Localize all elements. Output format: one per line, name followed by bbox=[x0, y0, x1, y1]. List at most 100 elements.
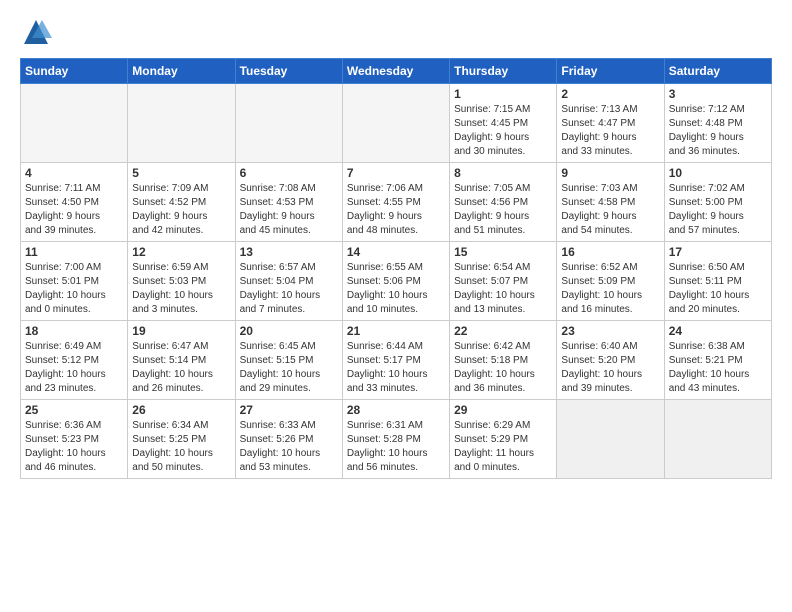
day-number: 25 bbox=[25, 403, 123, 417]
logo-icon bbox=[20, 16, 52, 48]
day-cell: 22 Sunrise: 6:42 AM Sunset: 5:18 PM Dayli… bbox=[450, 321, 557, 400]
day-number: 21 bbox=[347, 324, 445, 338]
day-info: Sunrise: 7:02 AM Sunset: 5:00 PM Dayligh… bbox=[669, 182, 767, 238]
day-number: 24 bbox=[669, 324, 767, 338]
day-info: Sunrise: 6:42 AM Sunset: 5:18 PM Dayligh… bbox=[454, 340, 552, 396]
day-cell: 23Sunrise: 6:40 AM Sunset: 5:20 PM Dayli… bbox=[557, 321, 664, 400]
day-header-thursday: Thursday bbox=[450, 59, 557, 84]
day-number: 29 bbox=[454, 403, 552, 417]
day-cell: 3 Sunrise: 7:12 AM Sunset: 4:48 PM Daylig… bbox=[664, 84, 771, 163]
day-cell: 29 Sunrise: 6:29 AM Sunset: 5:29 PM Dayli… bbox=[450, 400, 557, 479]
day-cell: 1 Sunrise: 7:15 AM Sunset: 4:45 PM Daylig… bbox=[450, 84, 557, 163]
week-row-3: 18 Sunrise: 6:49 AM Sunset: 5:12 PM Dayli… bbox=[21, 321, 772, 400]
day-cell: 27 Sunrise: 6:33 AM Sunset: 5:26 PM Dayli… bbox=[235, 400, 342, 479]
day-info: Sunrise: 7:06 AM Sunset: 4:55 PM Dayligh… bbox=[347, 182, 445, 238]
day-header-tuesday: Tuesday bbox=[235, 59, 342, 84]
day-cell: 13 Sunrise: 6:57 AM Sunset: 5:04 PM Dayli… bbox=[235, 242, 342, 321]
day-info: Sunrise: 6:57 AM Sunset: 5:04 PM Dayligh… bbox=[240, 261, 338, 317]
day-cell: 5 Sunrise: 7:09 AM Sunset: 4:52 PM Daylig… bbox=[128, 163, 235, 242]
day-cell bbox=[128, 84, 235, 163]
day-info: Sunrise: 6:38 AM Sunset: 5:21 PM Dayligh… bbox=[669, 340, 767, 396]
day-number: 15 bbox=[454, 245, 552, 259]
day-number: 26 bbox=[132, 403, 230, 417]
logo bbox=[20, 16, 56, 48]
day-number: 10 bbox=[669, 166, 767, 180]
day-cell: 15 Sunrise: 6:54 AM Sunset: 5:07 PM Dayli… bbox=[450, 242, 557, 321]
day-info: Sunrise: 7:13 AM Sunset: 4:47 PM Dayligh… bbox=[561, 103, 659, 159]
day-cell: 7 Sunrise: 7:06 AM Sunset: 4:55 PM Daylig… bbox=[342, 163, 449, 242]
day-info: Sunrise: 7:15 AM Sunset: 4:45 PM Dayligh… bbox=[454, 103, 552, 159]
week-row-4: 25 Sunrise: 6:36 AM Sunset: 5:23 PM Dayli… bbox=[21, 400, 772, 479]
day-cell: 21 Sunrise: 6:44 AM Sunset: 5:17 PM Dayli… bbox=[342, 321, 449, 400]
week-row-1: 4 Sunrise: 7:11 AM Sunset: 4:50 PM Daylig… bbox=[21, 163, 772, 242]
day-number: 6 bbox=[240, 166, 338, 180]
day-cell: 16Sunrise: 6:52 AM Sunset: 5:09 PM Dayli… bbox=[557, 242, 664, 321]
day-number: 23 bbox=[561, 324, 659, 338]
day-number: 22 bbox=[454, 324, 552, 338]
day-cell: 28Sunrise: 6:31 AM Sunset: 5:28 PM Dayli… bbox=[342, 400, 449, 479]
day-info: Sunrise: 6:45 AM Sunset: 5:15 PM Dayligh… bbox=[240, 340, 338, 396]
header bbox=[20, 16, 772, 48]
day-cell bbox=[235, 84, 342, 163]
day-info: Sunrise: 6:44 AM Sunset: 5:17 PM Dayligh… bbox=[347, 340, 445, 396]
day-cell bbox=[21, 84, 128, 163]
day-cell: 10 Sunrise: 7:02 AM Sunset: 5:00 PM Dayli… bbox=[664, 163, 771, 242]
week-row-2: 11Sunrise: 7:00 AM Sunset: 5:01 PM Dayli… bbox=[21, 242, 772, 321]
day-number: 8 bbox=[454, 166, 552, 180]
day-number: 4 bbox=[25, 166, 123, 180]
day-cell: 26 Sunrise: 6:34 AM Sunset: 5:25 PM Dayli… bbox=[128, 400, 235, 479]
day-info: Sunrise: 7:11 AM Sunset: 4:50 PM Dayligh… bbox=[25, 182, 123, 238]
day-number: 2 bbox=[561, 87, 659, 101]
day-cell: 19Sunrise: 6:47 AM Sunset: 5:14 PM Dayli… bbox=[128, 321, 235, 400]
day-info: Sunrise: 6:59 AM Sunset: 5:03 PM Dayligh… bbox=[132, 261, 230, 317]
day-info: Sunrise: 6:29 AM Sunset: 5:29 PM Dayligh… bbox=[454, 419, 552, 475]
day-info: Sunrise: 7:12 AM Sunset: 4:48 PM Dayligh… bbox=[669, 103, 767, 159]
day-number: 9 bbox=[561, 166, 659, 180]
day-cell: 14 Sunrise: 6:55 AM Sunset: 5:06 PM Dayli… bbox=[342, 242, 449, 321]
day-info: Sunrise: 6:54 AM Sunset: 5:07 PM Dayligh… bbox=[454, 261, 552, 317]
day-cell bbox=[664, 400, 771, 479]
day-info: Sunrise: 7:05 AM Sunset: 4:56 PM Dayligh… bbox=[454, 182, 552, 238]
header-row: SundayMondayTuesdayWednesdayThursdayFrid… bbox=[21, 59, 772, 84]
page: SundayMondayTuesdayWednesdayThursdayFrid… bbox=[0, 0, 792, 612]
day-cell: 18 Sunrise: 6:49 AM Sunset: 5:12 PM Dayli… bbox=[21, 321, 128, 400]
day-header-friday: Friday bbox=[557, 59, 664, 84]
day-number: 3 bbox=[669, 87, 767, 101]
day-info: Sunrise: 6:52 AM Sunset: 5:09 PM Dayligh… bbox=[561, 261, 659, 317]
day-header-sunday: Sunday bbox=[21, 59, 128, 84]
day-cell: 20Sunrise: 6:45 AM Sunset: 5:15 PM Dayli… bbox=[235, 321, 342, 400]
calendar-table: SundayMondayTuesdayWednesdayThursdayFrid… bbox=[20, 58, 772, 479]
day-info: Sunrise: 7:03 AM Sunset: 4:58 PM Dayligh… bbox=[561, 182, 659, 238]
day-number: 7 bbox=[347, 166, 445, 180]
day-cell bbox=[557, 400, 664, 479]
day-info: Sunrise: 6:49 AM Sunset: 5:12 PM Dayligh… bbox=[25, 340, 123, 396]
day-number: 18 bbox=[25, 324, 123, 338]
day-info: Sunrise: 6:50 AM Sunset: 5:11 PM Dayligh… bbox=[669, 261, 767, 317]
day-header-monday: Monday bbox=[128, 59, 235, 84]
day-info: Sunrise: 6:55 AM Sunset: 5:06 PM Dayligh… bbox=[347, 261, 445, 317]
day-cell: 11Sunrise: 7:00 AM Sunset: 5:01 PM Dayli… bbox=[21, 242, 128, 321]
day-number: 13 bbox=[240, 245, 338, 259]
day-cell: 24 Sunrise: 6:38 AM Sunset: 5:21 PM Dayli… bbox=[664, 321, 771, 400]
day-info: Sunrise: 6:34 AM Sunset: 5:25 PM Dayligh… bbox=[132, 419, 230, 475]
day-info: Sunrise: 7:09 AM Sunset: 4:52 PM Dayligh… bbox=[132, 182, 230, 238]
day-cell: 17 Sunrise: 6:50 AM Sunset: 5:11 PM Dayli… bbox=[664, 242, 771, 321]
day-cell: 8 Sunrise: 7:05 AM Sunset: 4:56 PM Daylig… bbox=[450, 163, 557, 242]
day-info: Sunrise: 6:47 AM Sunset: 5:14 PM Dayligh… bbox=[132, 340, 230, 396]
day-cell: 6 Sunrise: 7:08 AM Sunset: 4:53 PM Daylig… bbox=[235, 163, 342, 242]
day-cell: 2 Sunrise: 7:13 AM Sunset: 4:47 PM Daylig… bbox=[557, 84, 664, 163]
day-cell: 12 Sunrise: 6:59 AM Sunset: 5:03 PM Dayli… bbox=[128, 242, 235, 321]
day-number: 1 bbox=[454, 87, 552, 101]
day-header-wednesday: Wednesday bbox=[342, 59, 449, 84]
day-number: 17 bbox=[669, 245, 767, 259]
day-info: Sunrise: 6:33 AM Sunset: 5:26 PM Dayligh… bbox=[240, 419, 338, 475]
week-row-0: 1 Sunrise: 7:15 AM Sunset: 4:45 PM Daylig… bbox=[21, 84, 772, 163]
day-number: 27 bbox=[240, 403, 338, 417]
day-number: 14 bbox=[347, 245, 445, 259]
day-info: Sunrise: 6:36 AM Sunset: 5:23 PM Dayligh… bbox=[25, 419, 123, 475]
day-number: 12 bbox=[132, 245, 230, 259]
day-number: 28 bbox=[347, 403, 445, 417]
day-cell: 25 Sunrise: 6:36 AM Sunset: 5:23 PM Dayli… bbox=[21, 400, 128, 479]
day-number: 5 bbox=[132, 166, 230, 180]
day-info: Sunrise: 7:08 AM Sunset: 4:53 PM Dayligh… bbox=[240, 182, 338, 238]
